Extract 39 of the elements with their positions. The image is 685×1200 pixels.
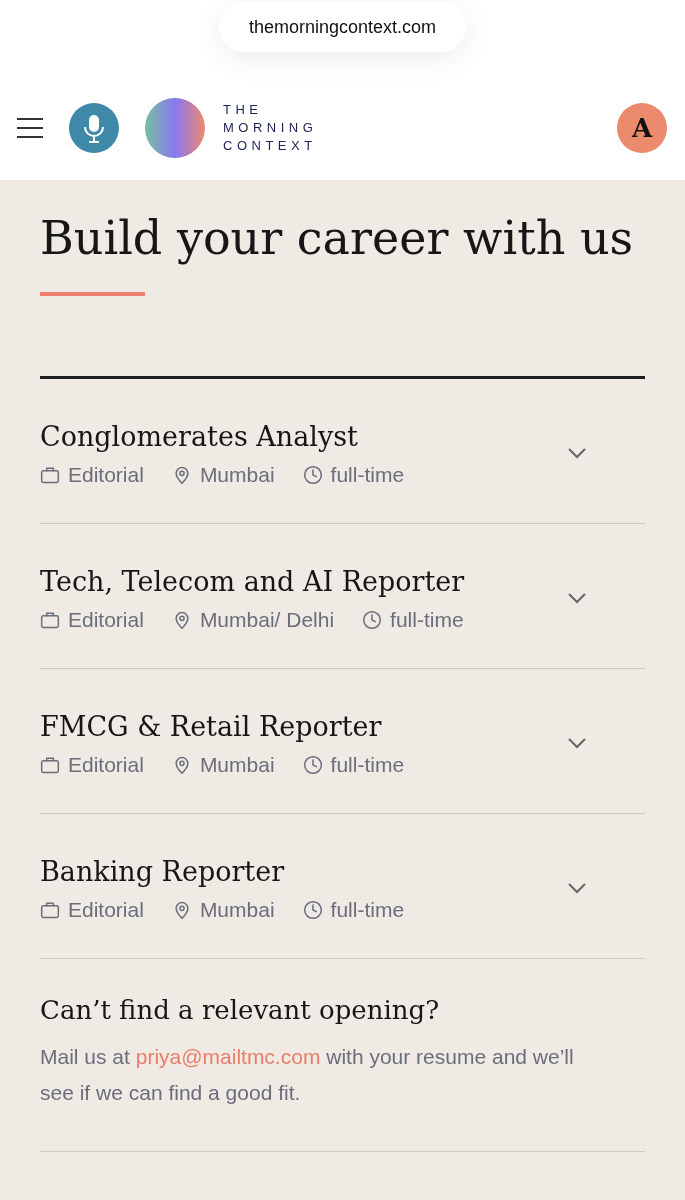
- user-avatar[interactable]: A: [617, 103, 667, 153]
- briefcase-icon: [40, 900, 60, 920]
- expand-chevron-icon[interactable]: [567, 592, 587, 604]
- microphone-icon[interactable]: [69, 103, 119, 153]
- url-bar[interactable]: themorningcontext.com: [218, 2, 467, 52]
- clock-icon: [302, 465, 323, 485]
- job-location: Mumbai: [199, 753, 275, 777]
- briefcase-icon: [40, 465, 60, 485]
- logo-text: CONTEXT: [223, 138, 318, 154]
- job-team: Editorial: [68, 753, 144, 777]
- clock-icon: [302, 755, 323, 775]
- page-title: Build your career with us: [40, 210, 635, 266]
- job-title[interactable]: Banking Reporter: [40, 854, 567, 890]
- logo-text: THE: [223, 102, 264, 118]
- clock-icon: [362, 610, 383, 630]
- job-location: Mumbai: [199, 463, 275, 487]
- note-text: Mail us at priya@mailtmc.com with your resume and we’ll see if we can find a good fit.: [40, 1044, 575, 1106]
- expand-chevron-icon[interactable]: [567, 882, 587, 894]
- job-type: full-time: [330, 463, 405, 487]
- job-title[interactable]: FMCG & Retail Reporter: [40, 709, 567, 745]
- expand-chevron-icon[interactable]: [567, 447, 587, 459]
- job-type: full-time: [330, 753, 405, 777]
- job-type: full-time: [330, 898, 405, 922]
- expand-chevron-icon[interactable]: [567, 737, 587, 749]
- job-team: Editorial: [68, 608, 144, 632]
- logo-text: MORNING: [223, 120, 318, 136]
- job-team: Editorial: [68, 898, 144, 922]
- note-heading: Can’t find a relevant opening?: [40, 995, 441, 1025]
- briefcase-icon: [40, 755, 60, 775]
- job-title[interactable]: Tech, Telecom and AI Reporter: [40, 564, 567, 600]
- job-type: full-time: [390, 608, 464, 632]
- logo-icon: [145, 98, 205, 158]
- menu-icon[interactable]: [16, 117, 44, 139]
- job-title[interactable]: Conglomerates Analyst: [40, 419, 567, 455]
- job-location: Mumbai/ Delhi: [199, 608, 335, 632]
- clock-icon: [302, 900, 323, 920]
- briefcase-icon: [40, 610, 60, 630]
- job-location: Mumbai: [199, 898, 275, 922]
- job-team: Editorial: [68, 463, 144, 487]
